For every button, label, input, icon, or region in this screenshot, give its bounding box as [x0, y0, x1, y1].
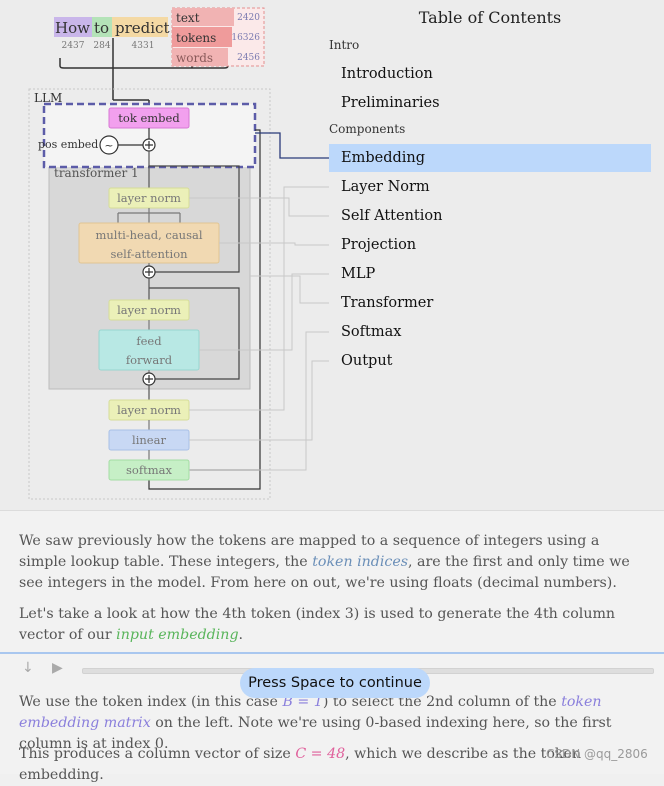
toc-item-embedding[interactable]: Embedding — [329, 144, 651, 172]
legend-count: 2456 — [237, 53, 260, 63]
layer-norm-label: layer norm — [117, 403, 181, 417]
token-word: predict — [115, 19, 169, 37]
llm-architecture-diagram: How to predict 2437 284 4331 text tokens… — [28, 7, 329, 500]
token-indices-link[interactable]: token indices — [312, 554, 408, 570]
visualization-panel: How to predict 2437 284 4331 text tokens… — [0, 0, 664, 510]
toc-item-preliminaries[interactable]: Preliminaries — [329, 89, 651, 117]
ff-label-1: feed — [136, 334, 162, 348]
scroll-down-icon[interactable]: ↓ — [22, 660, 34, 676]
paragraph-2: Let's take a look at how the 4th token (… — [19, 604, 651, 646]
toc-item-transformer[interactable]: Transformer — [329, 289, 651, 317]
legend-label: tokens — [176, 31, 216, 45]
continue-button[interactable]: Press Space to continue — [240, 668, 430, 698]
toc-link-line-active — [255, 132, 329, 159]
toc-item-projection[interactable]: Projection — [329, 231, 651, 259]
toc-item-mlp[interactable]: MLP — [329, 260, 651, 288]
embedding-size-value: C = 48 — [295, 746, 346, 762]
linear-label: linear — [132, 433, 166, 447]
toc-item-softmax[interactable]: Softmax — [329, 318, 651, 346]
token-index: 2437 — [62, 41, 85, 51]
text-run: Let's take a look at how the 4th token (… — [19, 606, 616, 643]
legend-count: 16326 — [231, 33, 260, 43]
token-index: 4331 — [132, 41, 155, 51]
toc-section-intro: Intro — [329, 38, 360, 52]
play-icon[interactable]: ▶ — [52, 660, 63, 676]
token-index: 284 — [93, 41, 110, 51]
token-word: How — [55, 19, 90, 37]
text-run: . — [238, 627, 244, 643]
attention-label-1: multi-head, causal — [95, 228, 202, 242]
paragraph-1: We saw previously how the tokens are map… — [19, 531, 651, 594]
toc-item-output[interactable]: Output — [329, 347, 651, 375]
attention-label-2: self-attention — [110, 247, 188, 261]
explanation-panel: We saw previously how the tokens are map… — [0, 510, 664, 783]
legend-label: text — [176, 11, 200, 25]
pos-embed-label: pos embed — [38, 138, 98, 151]
text-run: This produces a column vector of size — [19, 746, 296, 762]
layer-norm-label: layer norm — [117, 191, 181, 205]
watermark: CSDN @qq_2806 — [546, 747, 648, 761]
input-embedding-link[interactable]: input embedding — [116, 627, 238, 643]
text-run: We use the token index (in this case — [19, 694, 283, 710]
layer-norm-label: layer norm — [117, 303, 181, 317]
sine-glyph: ~ — [104, 139, 113, 152]
ff-label-2: forward — [126, 353, 173, 367]
toc-item-introduction[interactable]: Introduction — [329, 60, 651, 88]
toc-item-self-attention[interactable]: Self Attention — [329, 202, 651, 230]
toc-section-components: Components — [329, 122, 406, 136]
toc-title: Table of Contents — [418, 8, 562, 27]
toc-item-layer-norm[interactable]: Layer Norm — [329, 173, 651, 201]
token-word: to — [94, 19, 109, 37]
legend-count: 2420 — [237, 13, 260, 23]
legend-label: words — [176, 51, 213, 65]
tok-embed-label: tok embed — [118, 111, 180, 125]
softmax-label: softmax — [126, 463, 172, 477]
